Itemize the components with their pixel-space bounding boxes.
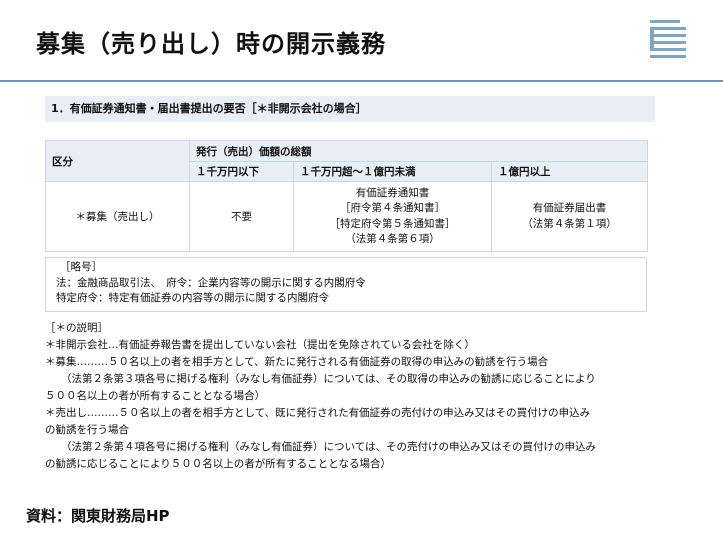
header-col-1: １千万円以下 [189, 161, 294, 182]
source-credit: 資料：関東財務局HP [26, 507, 170, 525]
notes-line: ＊売出し………５０名以上の者を相手方として、既に発行された有価証券の売付けの申込… [45, 407, 591, 419]
header-col-3: １億円以上 [490, 161, 649, 182]
notes-block: ［＊の説明］ ＊非開示会社…有価証券報告書を提出していない会社（提出を免除されて… [45, 320, 665, 473]
header-col-2: １千万円超～１億円未満 [293, 161, 492, 182]
legend-title: ［略号］ [60, 261, 102, 273]
notes-line: ５００名以上の者が所有することとなる場合） [45, 390, 266, 402]
section-heading: 1．有価証券通知書・届出書提出の要否［＊非開示会社の場合］ [45, 96, 655, 122]
legend-line: 法：金融商品取引法、 府令：企業内容等の開示に関する内閣府令 [56, 276, 366, 289]
row-label: ＊募集（売出し） [45, 181, 190, 252]
cell-line: （法第４条第１項） [522, 217, 617, 230]
cell-line: ［府令第４条通知書］ [340, 202, 445, 214]
slide-title: 募集（売り出し）時の開示義務 [36, 30, 386, 58]
notes-line: の勧誘を行う場合 [45, 424, 129, 436]
notes-title: ［＊の説明］ [45, 322, 108, 334]
cell-10m-100m: 有価証券通知書 ［府令第４条通知書］ ［特定府令第５条通知書］ （法第４条第６項… [293, 181, 492, 252]
requirements-table: 区分 発行（売出）価額の総額 １千万円以下 １千万円超～１億円未満 １億円以上 … [45, 140, 649, 252]
legend-line: 特定府令：特定有価証券の内容等の開示に関する内閣府令 [56, 292, 329, 304]
abbreviation-legend: ［略号］ 法：金融商品取引法、 府令：企業内容等の開示に関する内閣府令 特定府令… [45, 257, 647, 312]
notes-line: （法第２条第３項各号に掲げる権利（みなし有価証券）については、その取得の申込みの… [61, 373, 596, 385]
header-total-amount: 発行（売出）価額の総額 [188, 140, 649, 162]
cell-line: （法第４条第６項） [345, 233, 440, 245]
notes-line: の勧誘に応じることにより５００名以上の者が所有することとなる場合） [45, 458, 391, 470]
notes-line: ＊募集………５０名以上の者を相手方として、新たに発行される有価証券の取得の申込み… [45, 356, 549, 368]
cell-under-10m: 不要 [189, 181, 294, 252]
cell-over-100m: 有価証券届出書 （法第４条第１項） [490, 181, 649, 252]
bureau-logo-icon [650, 20, 686, 58]
header-category: 区分 [45, 140, 190, 182]
notes-line: ＊非開示会社…有価証券報告書を提出していない会社（提出を免除されている会社を除く… [45, 339, 475, 351]
notes-line: （法第２条第４項各号に掲げる権利（みなし有価証券）については、その売付けの申込み… [61, 441, 596, 453]
cell-line: 有価証券届出書 [532, 202, 607, 214]
cell-line: 有価証券通知書 [355, 186, 430, 199]
cell-line: ［特定府令第５条通知書］ [329, 217, 456, 230]
title-divider [0, 80, 723, 82]
